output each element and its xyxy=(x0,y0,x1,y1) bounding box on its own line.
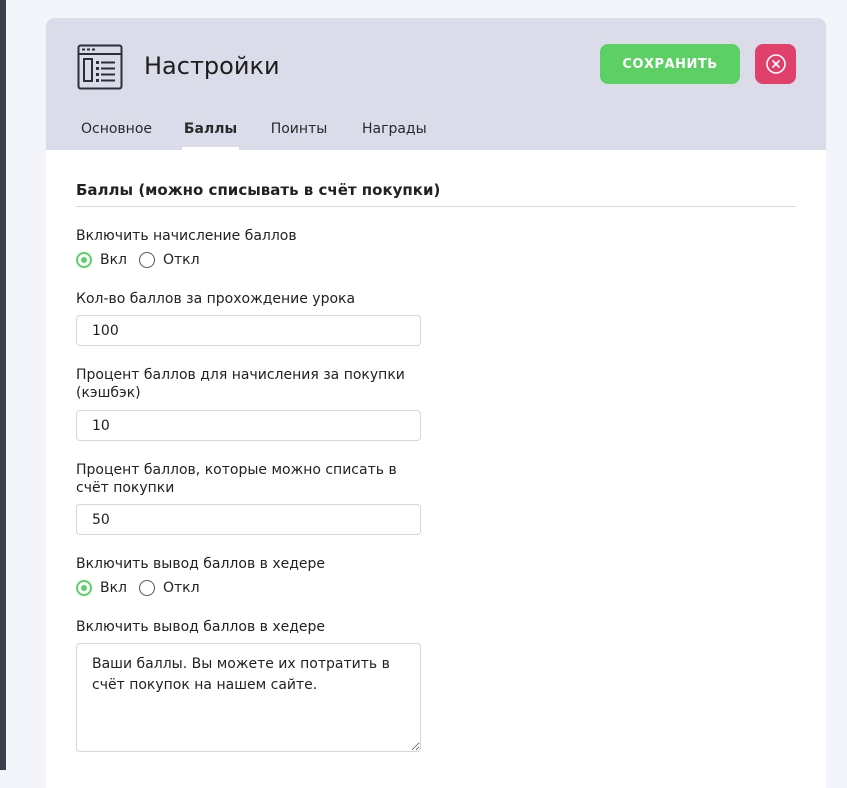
header-display-radio-group: Вкл Откл xyxy=(76,579,276,599)
header-display-off-label[interactable]: Откл xyxy=(163,579,200,597)
tab-points[interactable]: Баллы xyxy=(182,114,239,150)
settings-panel: Настройки СОХРАНИТЬ Основное Баллы Поинт… xyxy=(46,18,826,788)
enable-points-off-radio[interactable] xyxy=(139,252,155,268)
lesson-points-label: Кол-во баллов за прохождение урока xyxy=(76,291,356,307)
close-circle-icon xyxy=(765,54,786,74)
save-button[interactable]: СОХРАНИТЬ xyxy=(600,44,740,84)
header-display-on-label[interactable]: Вкл xyxy=(100,579,127,597)
header-text-label: Включить вывод баллов в хедере xyxy=(76,619,326,635)
section-divider xyxy=(76,206,796,207)
header-text-textarea[interactable]: Ваши баллы. Вы можете их потратить в счё… xyxy=(76,643,421,752)
panel-header: Настройки СОХРАНИТЬ Основное Баллы Поинт… xyxy=(46,18,826,150)
enable-points-on-label[interactable]: Вкл xyxy=(100,251,127,269)
tab-pointy[interactable]: Поинты xyxy=(270,114,328,150)
enable-points-on-radio[interactable] xyxy=(76,252,92,268)
header-display-off-radio[interactable] xyxy=(139,580,155,596)
lesson-points-input[interactable] xyxy=(76,315,421,346)
header-display-on-radio[interactable] xyxy=(76,580,92,596)
writeoff-percent-input[interactable] xyxy=(76,504,421,535)
settings-form-icon xyxy=(77,44,123,90)
section-title: Баллы (можно списывать в счёт покупки) xyxy=(76,181,441,199)
cashback-percent-input[interactable] xyxy=(76,410,421,441)
window-left-edge xyxy=(0,0,6,770)
enable-points-radio-group: Вкл Откл xyxy=(76,251,276,271)
tab-rewards[interactable]: Награды xyxy=(362,114,427,150)
enable-points-label: Включить начисление баллов xyxy=(76,228,297,244)
page-title: Настройки xyxy=(144,52,280,80)
close-button[interactable] xyxy=(755,44,796,84)
cashback-percent-label: Процент баллов для начисления за покупки… xyxy=(76,367,405,401)
tab-main[interactable]: Основное xyxy=(81,114,152,150)
writeoff-percent-label: Процент баллов, которые можно списать в … xyxy=(76,462,397,496)
enable-points-off-label[interactable]: Откл xyxy=(163,251,200,269)
header-display-label: Включить вывод баллов в хедере xyxy=(76,556,326,572)
